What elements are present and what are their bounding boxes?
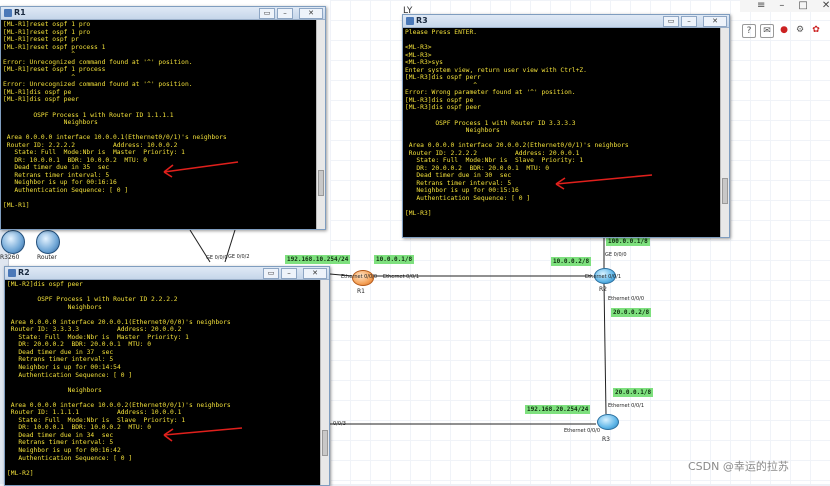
window-title: R2 — [18, 268, 30, 277]
terminal-output[interactable]: Please Press ENTER. <ML-R3> <ML-R3> <ML-… — [405, 29, 720, 235]
scrollbar[interactable] — [720, 28, 729, 237]
interface-label: GE 0/0/0 — [206, 255, 228, 261]
scrollbar[interactable] — [320, 280, 329, 485]
console-window-r1[interactable]: R1 ▭ – ✕ [ML-R1]reset ospf 1 pro [ML-R1]… — [0, 6, 326, 230]
interface-label: Ethernet 0/0/0 — [564, 428, 601, 434]
terminal-icon — [406, 17, 414, 25]
interface-label: Ethernet 0/0/1 — [383, 274, 420, 280]
console-window-r3[interactable]: R3 ▭ – ✕ Please Press ENTER. <ML-R3> <ML… — [402, 14, 730, 238]
interface-label: GE 0/0/0 — [605, 252, 627, 258]
interface-label: Ethernet 0/0/1 — [608, 403, 645, 409]
router-r3-label: R3 — [602, 436, 610, 443]
scrollbar-thumb[interactable] — [322, 430, 328, 456]
close-button[interactable]: ✕ — [303, 268, 327, 279]
restore-button[interactable]: ▭ — [263, 268, 279, 279]
net-label[interactable]: 20.0.0.2/8 — [611, 308, 652, 317]
minimize-button[interactable]: – — [281, 268, 297, 279]
router-r1-label: R1 — [357, 288, 365, 295]
terminal-text: Please Press ENTER. <ML-R3> <ML-R3> <ML-… — [405, 29, 629, 218]
net-label[interactable]: 192.168.20.254/24 — [525, 405, 591, 414]
interface-label: 0/0/3 — [333, 421, 346, 427]
net-label[interactable]: 20.0.0.1/8 — [613, 388, 654, 397]
window-title: R1 — [14, 8, 26, 17]
interface-label: Ethernet 0/0/0 — [341, 274, 378, 280]
terminal-output[interactable]: [ML-R2]dis ospf peer OSPF Process 1 with… — [7, 281, 320, 483]
terminal-icon — [4, 9, 12, 17]
window-title-bar[interactable]: R2 ▭ – ✕ — [5, 267, 329, 280]
router-r2-label: R2 — [599, 286, 607, 293]
restore-button[interactable]: ▭ — [259, 8, 275, 19]
minimize-button[interactable]: – — [277, 8, 293, 19]
net-label[interactable]: 100.0.0.1/8 — [606, 237, 650, 246]
net-label[interactable]: 192.168.10.254/24 — [285, 255, 351, 264]
net-label[interactable]: 10.0.0.1/8 — [374, 255, 415, 264]
scrollbar-thumb[interactable] — [318, 170, 324, 196]
link-line[interactable] — [603, 283, 607, 415]
watermark: CSDN @幸运的拉苏 — [688, 460, 789, 473]
terminal-icon — [8, 269, 16, 277]
interface-label: Ethernet 0/0/1 — [585, 274, 622, 280]
interface-label: Ethernet 0/0/0 — [608, 296, 645, 302]
window-title-bar[interactable]: R3 ▭ – ✕ — [403, 15, 729, 28]
close-button[interactable]: ✕ — [299, 8, 323, 19]
console-window-r2[interactable]: R2 ▭ – ✕ [ML-R2]dis ospf peer OSPF Proce… — [4, 266, 330, 486]
router-r3-icon[interactable] — [597, 414, 619, 430]
close-button[interactable]: ✕ — [703, 16, 727, 27]
terminal-text: [ML-R2]dis ospf peer OSPF Process 1 with… — [7, 281, 231, 477]
interface-label: GE 0/0/2 — [228, 254, 250, 260]
window-title: R3 — [416, 16, 428, 25]
minimize-button[interactable]: – — [681, 16, 697, 27]
window-title-bar[interactable]: R1 ▭ – ✕ — [1, 7, 325, 20]
scrollbar[interactable] — [316, 20, 325, 229]
net-label[interactable]: 10.0.0.2/8 — [551, 257, 592, 266]
terminal-output[interactable]: [ML-R1]reset ospf 1 pro [ML-R1]reset osp… — [3, 21, 316, 227]
terminal-text: [ML-R1]reset ospf 1 pro [ML-R1]reset osp… — [3, 21, 227, 210]
restore-button[interactable]: ▭ — [663, 16, 679, 27]
scrollbar-thumb[interactable] — [722, 178, 728, 204]
